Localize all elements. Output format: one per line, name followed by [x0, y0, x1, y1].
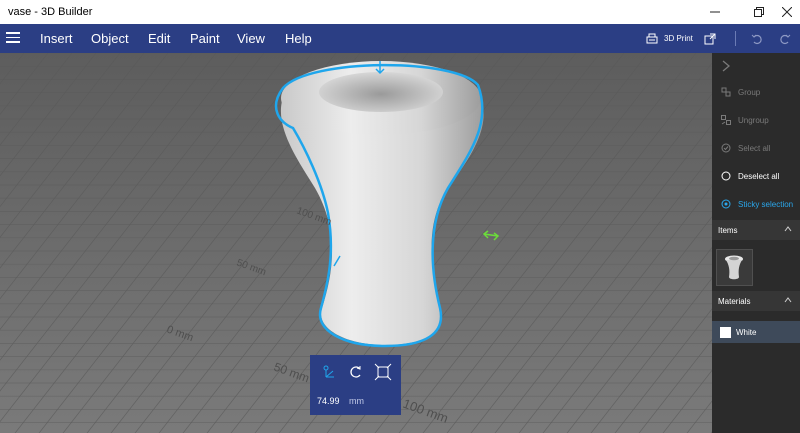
- chevron-right-icon: [722, 60, 731, 72]
- deselect-all-icon: [721, 171, 731, 181]
- item-thumbnail-vase[interactable]: [716, 249, 753, 286]
- sticky-selection-label: Sticky selection: [738, 199, 794, 209]
- undo-icon: [751, 34, 762, 44]
- menu-paint[interactable]: Paint: [190, 31, 220, 46]
- material-swatch: [720, 326, 731, 338]
- sticky-selection-icon: [721, 199, 731, 209]
- material-name: White: [736, 327, 757, 337]
- select-all-button[interactable]: Select all: [712, 138, 800, 158]
- vase-opening: [319, 72, 443, 112]
- materials-header-label: Materials: [718, 296, 751, 306]
- select-all-label: Select all: [738, 143, 771, 153]
- restore-icon: [754, 7, 764, 17]
- window-title: vase - 3D Builder: [8, 6, 93, 18]
- menu-view[interactable]: View: [237, 31, 265, 46]
- scale-toolbox: 74.99 mm: [310, 355, 401, 415]
- close-button[interactable]: [770, 0, 800, 24]
- undo-button[interactable]: [751, 28, 763, 49]
- redo-icon: [780, 34, 791, 44]
- rotate-icon: [350, 366, 361, 378]
- move-tool-button[interactable]: [320, 363, 338, 381]
- toolbar-divider: [735, 31, 736, 46]
- group-icon: [721, 87, 731, 97]
- printer-icon: [646, 33, 658, 43]
- move-icon: [323, 365, 334, 378]
- minimize-button[interactable]: [698, 0, 732, 24]
- share-button[interactable]: [704, 28, 716, 49]
- rotate-tool-button[interactable]: [347, 363, 365, 381]
- export-icon: [704, 33, 716, 44]
- menu-help[interactable]: Help: [285, 31, 312, 46]
- materials-section-header[interactable]: Materials: [712, 291, 800, 311]
- 3d-print-label: 3D Print: [664, 34, 693, 43]
- scale-tool-button[interactable]: [374, 363, 392, 381]
- chevron-up-icon: [784, 226, 792, 232]
- deselect-all-button[interactable]: Deselect all: [712, 166, 800, 186]
- deselect-all-label: Deselect all: [738, 171, 780, 181]
- items-header-label: Items: [718, 225, 738, 235]
- redo-button[interactable]: [779, 28, 791, 49]
- right-panel: Group Ungroup Select all Deselect all St…: [712, 53, 800, 433]
- group-label: Group: [738, 87, 761, 97]
- ungroup-label: Ungroup: [738, 115, 769, 125]
- sticky-selection-button[interactable]: Sticky selection: [712, 194, 800, 214]
- 3d-print-button[interactable]: 3D Print: [646, 28, 693, 49]
- title-bar: vase - 3D Builder: [0, 0, 800, 24]
- chevron-up-icon: [784, 297, 792, 303]
- hamburger-menu-icon[interactable]: [6, 32, 20, 44]
- scale-unit-label: mm: [349, 396, 364, 406]
- minimize-icon: [710, 11, 720, 13]
- ungroup-button[interactable]: Ungroup: [712, 110, 800, 130]
- ungroup-icon: [721, 115, 731, 125]
- close-icon: [782, 7, 792, 17]
- scale-value-input[interactable]: 74.99: [317, 396, 340, 406]
- material-white[interactable]: White: [712, 321, 800, 343]
- items-section-header[interactable]: Items: [712, 220, 800, 240]
- group-button[interactable]: Group: [712, 82, 800, 102]
- scale-icon: [374, 363, 392, 381]
- select-all-icon: [721, 143, 731, 153]
- menu-bar: Insert Object Edit Paint View Help 3D Pr…: [0, 24, 800, 53]
- menu-edit[interactable]: Edit: [148, 31, 170, 46]
- menu-object[interactable]: Object: [91, 31, 129, 46]
- menu-insert[interactable]: Insert: [40, 31, 73, 46]
- panel-collapse-button[interactable]: [721, 59, 731, 77]
- vase-thumbnail-icon: [725, 255, 743, 280]
